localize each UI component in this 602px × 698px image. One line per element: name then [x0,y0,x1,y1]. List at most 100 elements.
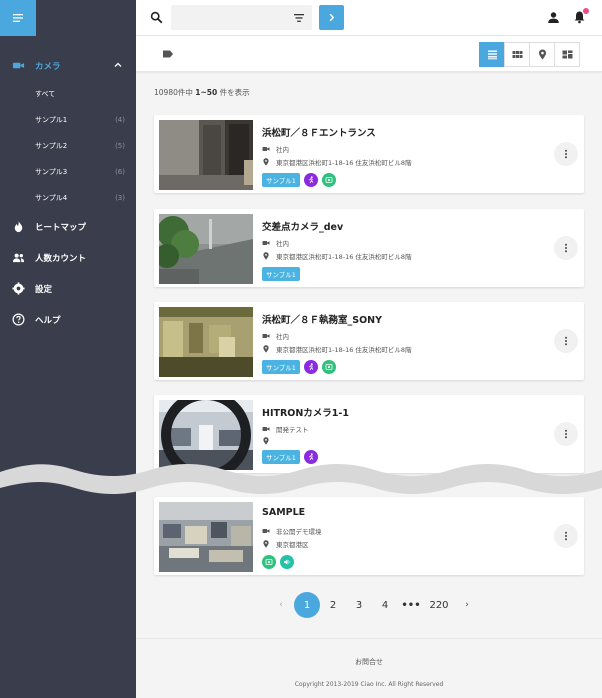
camera-address: 東京都港区浜松町1-18-16 住友浜松町ビル8階 [262,157,412,167]
camera-card[interactable]: 浜松町／８Ｆ執務室_SONY 社内 東京都港区浜松町1-18-16 住友浜松町ビ… [154,302,584,380]
chevron-up-icon[interactable] [112,59,124,71]
camera-group-label: サンプル3 [35,168,68,176]
recording-badge [321,360,336,374]
page-button[interactable]: 4 [372,592,398,618]
location-pin-icon [263,437,269,445]
tag-icon[interactable] [162,48,174,60]
group-tag-badge[interactable]: サンプル1 [262,360,300,374]
list-icon [487,50,497,60]
more-options-button[interactable] [554,422,578,446]
page-ellipsis: ••• [401,599,421,611]
camera-group-count: (5) [115,142,125,150]
sidebar-item-settings[interactable]: 設定 [0,273,136,304]
more-options-button[interactable] [554,236,578,260]
camera-thumbnail[interactable] [159,214,253,284]
camera-thumbnail[interactable] [159,307,253,377]
view-toolbar [136,36,602,72]
vertical-dots-icon [565,429,567,439]
recording-badge [321,173,336,187]
sidebar-nav: カメラ すべて サンプル1 (4) サンプル2 (5) サンプル3 (6) サンプル4… [0,50,136,335]
video-camera-icon [11,59,25,73]
camera-category-label: 非公開デモ環境 [276,528,322,536]
dashboard-icon [562,50,572,59]
camera-category: 社内 [262,331,289,341]
user-icon[interactable] [547,11,560,24]
recording-badge [262,555,276,569]
camera-category-label: 社内 [276,240,289,248]
people-icon [11,251,25,265]
camera-card[interactable]: 浜松町／８Ｆエントランス 社内 東京都港区浜松町1-18-16 住友浜松町ビル8… [154,115,584,193]
wave-divider [0,464,602,494]
grid-view-button[interactable] [504,42,530,67]
camera-category: 社内 [262,238,289,248]
sidebar-item-people-count[interactable]: 人数カウント [0,242,136,273]
group-tag-badge[interactable]: サンプル1 [262,267,300,281]
menu-toggle-button[interactable] [0,0,36,36]
camera-thumbnail[interactable] [159,120,253,190]
camera-address: 東京都港区浜松町1-18-16 住友浜松町ビル8階 [262,344,412,354]
camera-group-sample4[interactable]: サンプル4 (3) [0,185,136,211]
camera-group-all[interactable]: すべて [0,81,136,107]
search-input[interactable] [171,5,312,30]
sidebar-item-label: 人数カウント [35,253,87,264]
camera-title[interactable]: 浜松町／８Ｆ執務室_SONY [262,312,382,326]
vertical-dots-icon [565,336,567,346]
group-tag-badge[interactable]: サンプル1 [262,173,300,187]
sidebar-item-label: 設定 [35,284,53,295]
contact-link[interactable]: お問合せ [136,657,602,667]
video-camera-icon [262,529,270,533]
page-button[interactable]: 1 [294,592,320,618]
camera-group-sample2[interactable]: サンプル2 (5) [0,133,136,159]
sidebar-item-heatmap[interactable]: ヒートマップ [0,211,136,242]
camera-group-count: (3) [115,194,125,202]
list-view-button[interactable] [479,42,505,67]
camera-group-label: サンプル2 [35,142,68,150]
camera-badges: サンプル1 [262,360,340,374]
running-person-icon [309,363,314,371]
location-pin-icon [263,345,269,353]
video-camera-icon [262,241,270,245]
motion-badge [303,360,318,374]
prev-page-button[interactable]: ‹ [268,592,294,618]
sidebar-item-help[interactable]: ヘルプ [0,304,136,335]
footer: お問合せ Copyright 2013-2019 Ciao Inc. All R… [136,638,602,698]
camera-group-list: すべて サンプル1 (4) サンプル2 (5) サンプル3 (6) サンプル4 (3) [0,81,136,211]
sidebar-item-camera[interactable]: カメラ [0,50,136,81]
camera-badges: サンプル1 [262,173,340,187]
camera-address [262,437,276,445]
page-button[interactable]: 2 [320,592,346,618]
camera-category: 社内 [262,144,289,154]
camera-category-label: 社内 [276,333,289,341]
location-pin-icon [263,252,269,260]
vertical-dots-icon [565,531,567,541]
more-options-button[interactable] [554,329,578,353]
camera-card[interactable]: 交差点カメラ_dev 社内 東京都港区浜松町1-18-16 住友浜松町ビル8階 … [154,209,584,287]
filter-icon[interactable] [293,12,305,24]
camera-title[interactable]: 浜松町／８Ｆエントランス [262,125,376,139]
camera-card[interactable]: SAMPLE 非公開デモ環境 東京都港区 [154,497,584,575]
camera-title[interactable]: SAMPLE [262,507,305,518]
camera-group-sample3[interactable]: サンプル3 (6) [0,159,136,185]
camera-group-sample1[interactable]: サンプル1 (4) [0,107,136,133]
sidebar-item-label: ヘルプ [35,315,61,326]
camera-title[interactable]: HITRONカメラ1-1 [262,405,349,419]
next-page-button[interactable]: › [454,592,480,618]
camera-group-label: サンプル1 [35,116,68,124]
page-button-last[interactable]: 220 [424,592,454,618]
audio-badge [280,555,294,569]
top-bar [136,0,602,36]
page-button[interactable]: 3 [346,592,372,618]
more-options-button[interactable] [554,524,578,548]
grid-icon [512,51,522,58]
video-camera-icon [262,147,270,151]
tile-view-button[interactable] [554,42,580,67]
screen-icon [325,364,333,370]
camera-title[interactable]: 交差点カメラ_dev [262,219,343,233]
camera-category: 開発テスト [262,424,309,434]
location-pin-icon [263,158,269,166]
map-view-button[interactable] [529,42,555,67]
camera-thumbnail[interactable] [159,502,253,572]
more-options-button[interactable] [554,142,578,166]
search-submit-button[interactable] [319,5,344,30]
motion-badge [303,173,318,187]
